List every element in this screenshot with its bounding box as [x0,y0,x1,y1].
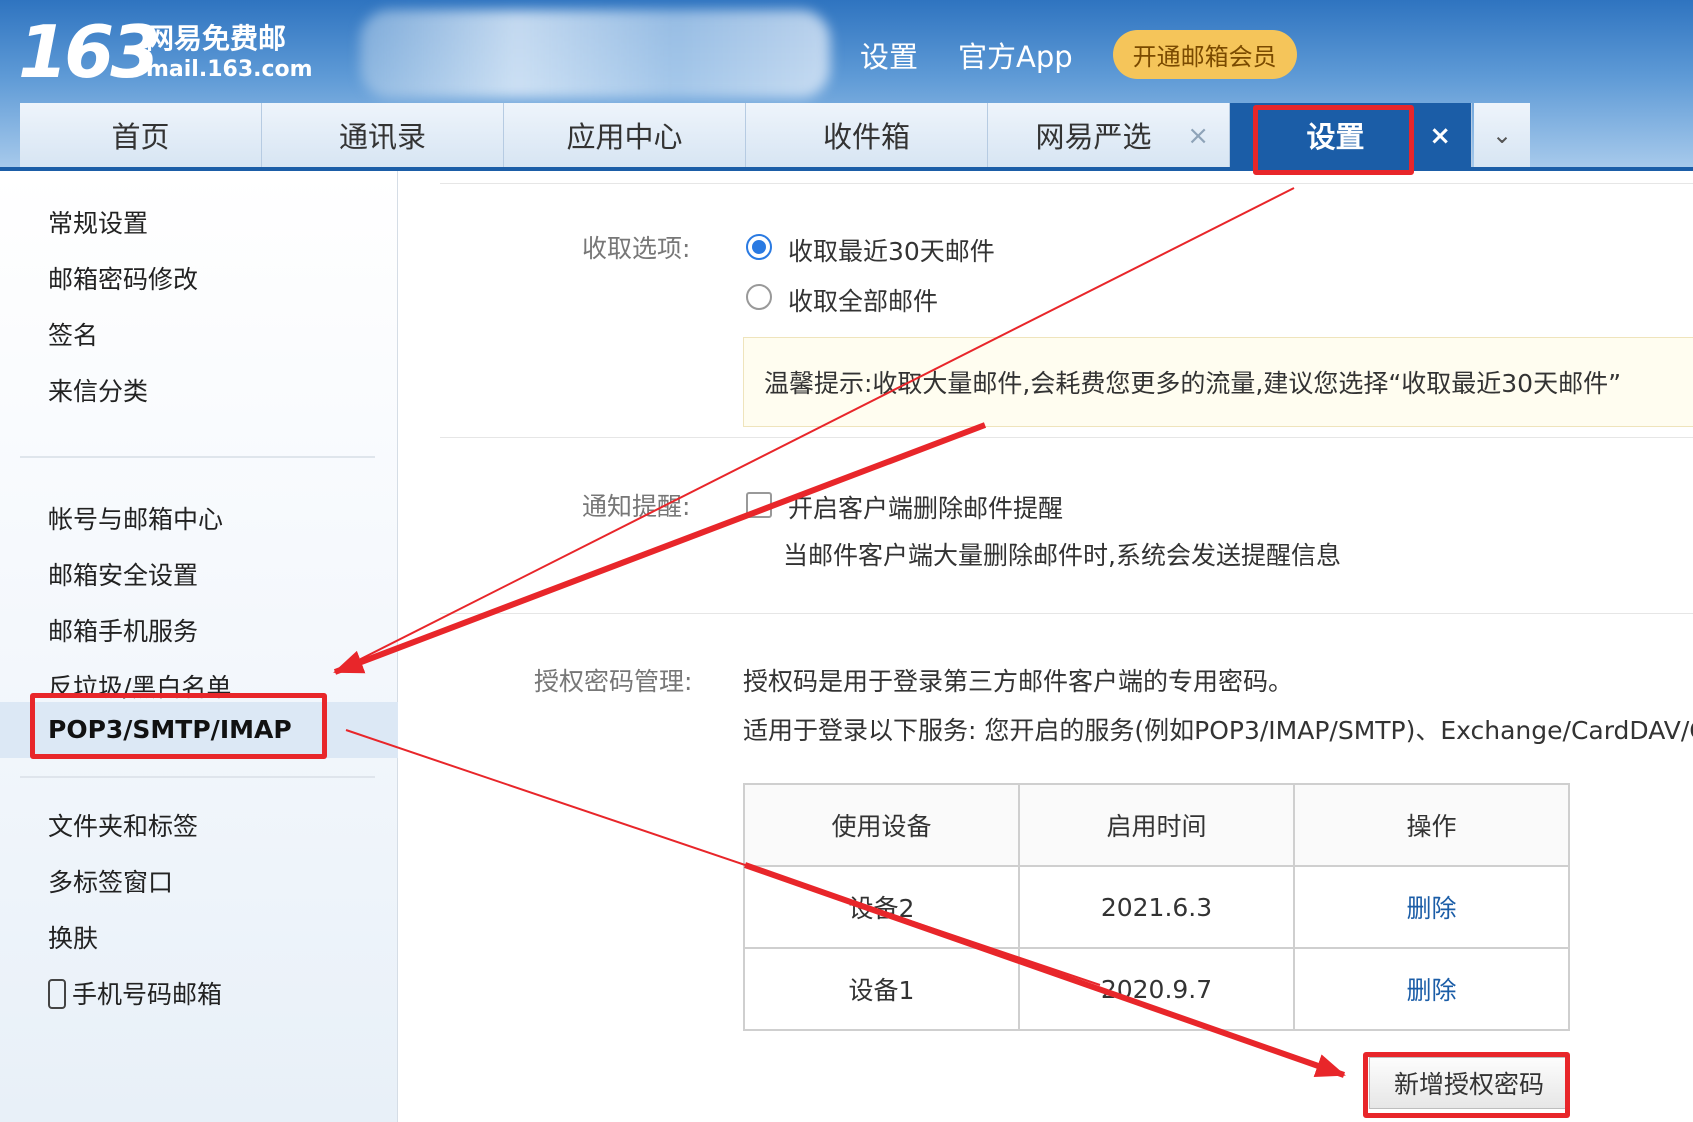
fetch-all-radio[interactable] [746,284,772,310]
sidebar-item-skin[interactable]: 换肤 [48,917,98,961]
delete-alert-desc: 当邮件客户端大量删除邮件时,系统会发送提醒信息 [783,541,1341,570]
highlight-box-pop3 [30,693,327,759]
auth-table: 使用设备 启用时间 操作 设备2 2021.6.3 删除 设备1 2020.9.… [743,783,1570,1031]
device-cell: 设备2 [743,865,1020,949]
fetch-30days-radio[interactable] [746,234,772,260]
sidebar-item-folders[interactable]: 文件夹和标签 [48,805,198,849]
sidebar-item-filter[interactable]: 来信分类 [48,370,148,414]
auth-desc: 授权码是用于登录第三方邮件客户端的专用密码。 [743,667,1294,696]
tip-text: 温馨提示:收取大量邮件,会耗费您更多的流量,建议您选择“收取最近30天邮件” [764,369,1622,398]
divider [440,183,1693,184]
close-icon[interactable]: × [1187,121,1209,151]
highlight-box-settings-tab [1253,105,1414,175]
tab-contacts[interactable]: 通讯录 [262,103,504,167]
chevron-down-icon[interactable]: ⌄ [1474,103,1530,167]
column-header: 操作 [1293,783,1570,867]
delete-alert-label[interactable]: 开启客户端删除邮件提醒 [788,489,1063,525]
tab-home[interactable]: 首页 [20,103,262,167]
sidebar-item-signature[interactable]: 签名 [48,314,98,358]
logo[interactable]: 163 网易免费邮 mail.163.com [18,10,313,94]
fetch-30days-label[interactable]: 收取最近30天邮件 [788,232,995,268]
sidebar-item-password[interactable]: 邮箱密码修改 [48,258,198,302]
logo-url: mail.163.com [146,57,313,82]
tab-label: 网易严选 [1035,120,1152,154]
logo-name: 网易免费邮 [146,22,287,55]
tab-label: 应用中心 [566,120,683,154]
auth-services-desc: 适用于登录以下服务: 您开启的服务(例如POP3/IMAP/SMTP)、Exch… [743,716,1693,745]
tab-app-center[interactable]: 应用中心 [504,103,746,167]
auth-label: 授权密码管理: [534,667,693,696]
divider [440,437,1693,438]
date-cell: 2021.6.3 [1018,865,1295,949]
delete-link[interactable]: 删除 [1406,894,1456,923]
notify-label: 通知提醒: [582,492,691,521]
fetch-all-label[interactable]: 收取全部邮件 [788,282,938,318]
device-cell: 设备1 [743,947,1020,1031]
settings-content: 收取选项: 收取最近30天邮件 收取全部邮件 温馨提示:收取大量邮件,会耗费您更… [440,171,1693,1122]
tab-label: 通讯录 [338,120,426,154]
tab-label: 首页 [111,120,170,154]
column-header: 启用时间 [1018,783,1295,867]
fetch-options-label: 收取选项: [582,234,691,263]
delete-alert-checkbox[interactable] [746,492,772,518]
table-row: 设备1 2020.9.7 删除 [743,947,1570,1031]
table-row: 设备2 2021.6.3 删除 [743,865,1570,949]
logo-number: 163 [18,10,160,94]
tab-yanxuan[interactable]: 网易严选 × [988,103,1230,167]
delete-link[interactable]: 删除 [1406,976,1456,1005]
divider [440,613,1693,614]
sidebar-item-mobile-service[interactable]: 邮箱手机服务 [48,610,198,654]
vip-button[interactable]: 开通邮箱会员 [1112,30,1297,79]
table-header-row: 使用设备 启用时间 操作 [743,783,1570,867]
tab-label: 收件箱 [822,120,910,154]
sidebar-item-security[interactable]: 邮箱安全设置 [48,554,198,598]
sidebar-item-multitab[interactable]: 多标签窗口 [48,861,173,905]
divider [20,456,375,458]
highlight-box-new-button [1363,1052,1570,1118]
official-app-link[interactable]: 官方App [958,34,1073,76]
tip-box: 温馨提示:收取大量邮件,会耗费您更多的流量,建议您选择“收取最近30天邮件” [743,337,1693,427]
column-header: 使用设备 [743,783,1020,867]
divider [20,776,375,778]
date-cell: 2020.9.7 [1018,947,1295,1031]
settings-sidebar: 常规设置 邮箱密码修改 签名 来信分类 帐号与邮箱中心 邮箱安全设置 邮箱手机服… [0,171,398,1122]
blurred-account-info [360,10,830,98]
sidebar-item-general[interactable]: 常规设置 [48,202,148,246]
sidebar-item-label: 手机号码邮箱 [72,980,223,1009]
sidebar-item-account-center[interactable]: 帐号与邮箱中心 [48,498,223,542]
sidebar-item-phone-mailbox[interactable]: 手机号码邮箱 [48,973,222,1017]
settings-link[interactable]: 设置 [860,34,918,76]
tab-inbox[interactable]: 收件箱 [746,103,988,167]
phone-icon [48,979,66,1009]
close-icon[interactable]: × [1429,121,1451,151]
